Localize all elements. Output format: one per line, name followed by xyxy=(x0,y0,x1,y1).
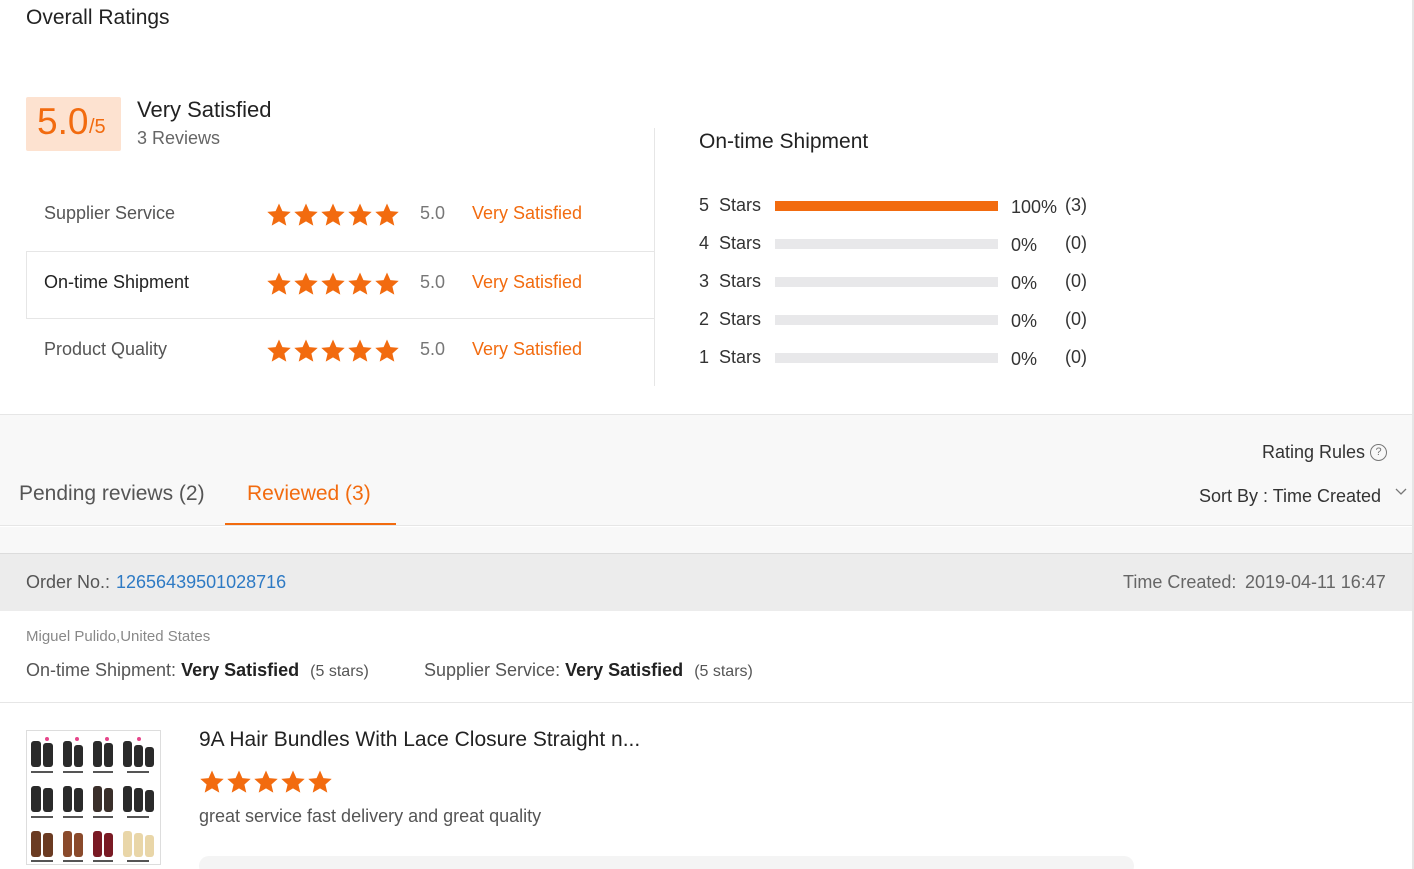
star-icon xyxy=(375,272,399,295)
distribution-bar xyxy=(775,353,998,363)
star-icon xyxy=(375,339,399,362)
distribution-label: 1 Stars xyxy=(699,347,762,367)
star-rating xyxy=(266,338,401,364)
shipment-key: On-time Shipment: xyxy=(26,660,177,680)
distribution-label: 2 Stars xyxy=(699,309,762,329)
tabs-band xyxy=(0,414,1414,526)
distribution-row-4: 4 Stars 0% (0) xyxy=(699,231,1099,255)
category-name: On-time Shipment xyxy=(44,272,190,292)
star-icon xyxy=(200,770,224,793)
distribution-row-2: 2 Stars 0% (0) xyxy=(699,307,1099,331)
rating-row-on-time-shipment[interactable]: On-time Shipment 5.0 Very Satisfied xyxy=(26,251,655,319)
distribution-percent: 100% xyxy=(1011,197,1058,217)
category-label: Very Satisfied xyxy=(472,272,583,292)
star-icon xyxy=(254,770,278,793)
distribution-row-1: 1 Stars 0% (0) xyxy=(699,345,1099,369)
chevron-down-icon[interactable] xyxy=(1395,486,1407,498)
distribution-label: 5 Stars xyxy=(699,195,762,215)
star-icon xyxy=(267,203,291,226)
star-icon xyxy=(267,272,291,295)
section-divider xyxy=(654,128,655,386)
distribution-count: (0) xyxy=(1065,271,1087,291)
star-icon xyxy=(321,339,345,362)
service-rating: Supplier Service: Very Satisfied (5 star… xyxy=(424,660,753,681)
star-icon xyxy=(348,339,372,362)
divider xyxy=(0,702,1414,703)
distribution-count: (0) xyxy=(1065,309,1087,329)
shipment-value: Very Satisfied xyxy=(181,660,300,680)
star-icon xyxy=(308,770,332,793)
time-created-value: 2019-04-11 16:47 xyxy=(1245,572,1386,592)
star-icon xyxy=(267,339,291,362)
distribution-title: On-time Shipment xyxy=(699,130,869,153)
review-text: great service fast delivery and great qu… xyxy=(199,806,542,826)
distribution-percent: 0% xyxy=(1011,311,1038,331)
question-icon[interactable]: ? xyxy=(1370,444,1387,461)
category-name: Supplier Service xyxy=(44,203,176,223)
rating-row-product-quality[interactable]: Product Quality 5.0 Very Satisfied xyxy=(26,318,655,386)
distribution-count: (0) xyxy=(1065,347,1087,367)
star-icon xyxy=(348,272,372,295)
spacer xyxy=(0,527,1414,553)
distribution-bar xyxy=(775,277,998,287)
distribution-bar xyxy=(775,239,998,249)
star-icon xyxy=(375,203,399,226)
time-created-label: Time Created: xyxy=(1123,572,1237,592)
distribution-percent: 0% xyxy=(1011,349,1038,369)
category-score: 5.0 xyxy=(420,339,446,359)
star-rating xyxy=(266,271,401,297)
distribution-bar-fill xyxy=(775,201,998,211)
reply-box[interactable] xyxy=(199,856,1134,869)
product-thumbnail[interactable] xyxy=(26,730,161,865)
overall-label: Very Satisfied xyxy=(137,97,272,122)
overall-score-max: /5 xyxy=(89,116,106,138)
star-icon xyxy=(294,339,318,362)
category-score: 5.0 xyxy=(420,203,446,223)
order-number-link[interactable]: 12656439501028716 xyxy=(116,572,286,593)
service-value: Very Satisfied xyxy=(565,660,684,680)
review-count: 3 Reviews xyxy=(137,128,221,148)
shipment-rating: On-time Shipment: Very Satisfied (5 star… xyxy=(26,660,369,681)
star-icon xyxy=(227,770,251,793)
star-icon xyxy=(294,203,318,226)
distribution-bar xyxy=(775,201,998,211)
overall-score: 5.0 xyxy=(37,101,89,142)
active-tab-indicator xyxy=(225,523,396,525)
distribution-count: (3) xyxy=(1065,195,1087,215)
tab-pending-reviews[interactable]: Pending reviews (2) xyxy=(19,482,205,506)
rating-row-supplier-service[interactable]: Supplier Service 5.0 Very Satisfied xyxy=(26,182,655,250)
category-name: Product Quality xyxy=(44,339,168,359)
buyer-info: Miguel Pulido,United States xyxy=(26,628,211,645)
star-icon xyxy=(321,203,345,226)
distribution-row-3: 3 Stars 0% (0) xyxy=(699,269,1099,293)
page-title: Overall Ratings xyxy=(26,6,170,29)
category-score: 5.0 xyxy=(420,272,446,292)
order-number-label: Order No.: xyxy=(26,572,111,592)
star-rating xyxy=(266,202,401,228)
product-title[interactable]: 9A Hair Bundles With Lace Closure Straig… xyxy=(199,728,640,752)
star-icon xyxy=(348,203,372,226)
distribution-label: 3 Stars xyxy=(699,271,762,291)
distribution-count: (0) xyxy=(1065,233,1087,253)
distribution-bar xyxy=(775,315,998,325)
category-label: Very Satisfied xyxy=(472,203,583,223)
service-key: Supplier Service: xyxy=(424,660,561,680)
distribution-percent: 0% xyxy=(1011,273,1038,293)
distribution-row-5: 5 Stars 100% (3) xyxy=(699,193,1099,217)
tab-reviewed[interactable]: Reviewed (3) xyxy=(247,482,371,506)
sort-dropdown[interactable]: Sort By : Time Created xyxy=(1199,486,1381,507)
product-star-rating xyxy=(199,769,334,795)
shipment-stars: (5 stars) xyxy=(310,663,369,680)
overall-score-badge: 5.0 /5 xyxy=(26,97,121,151)
category-label: Very Satisfied xyxy=(472,339,583,359)
distribution-percent: 0% xyxy=(1011,235,1038,255)
service-stars: (5 stars) xyxy=(694,663,753,680)
star-icon xyxy=(321,272,345,295)
star-icon xyxy=(294,272,318,295)
distribution-label: 4 Stars xyxy=(699,233,762,253)
hair-bundles-image xyxy=(31,737,154,862)
rating-rules-link[interactable]: Rating Rules xyxy=(1262,442,1365,463)
star-icon xyxy=(281,770,305,793)
